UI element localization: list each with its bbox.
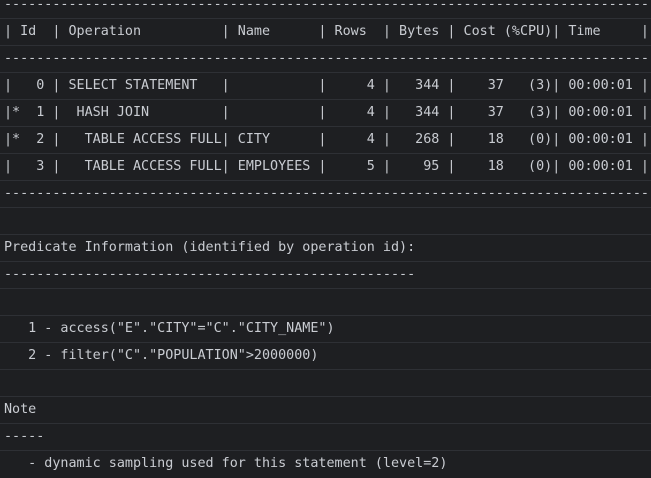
blank-line bbox=[0, 289, 651, 316]
predicate-line: 2 - filter("C"."POPULATION">2000000) bbox=[0, 343, 651, 370]
predicate-heading: Predicate Information (identified by ope… bbox=[0, 235, 651, 262]
plan-output: ----------------------------------------… bbox=[0, 0, 651, 477]
note-heading: Note bbox=[0, 397, 651, 424]
note-line: - dynamic sampling used for this stateme… bbox=[4, 456, 448, 471]
table-row: |* 2 | TABLE ACCESS FULL| CITY | 4 | 268… bbox=[0, 127, 651, 154]
predicate-line: 1 - access("E"."CITY"="C"."CITY_NAME") bbox=[0, 316, 651, 343]
table-row: | 0 | SELECT STATEMENT | | 4 | 344 | 37 … bbox=[0, 73, 651, 100]
table-row: | 3 | TABLE ACCESS FULL| EMPLOYEES | 5 |… bbox=[0, 154, 651, 181]
blank-line bbox=[0, 370, 651, 397]
table-border-top: ----------------------------------------… bbox=[0, 0, 651, 19]
table-header: | Id | Operation | Name | Rows | Bytes |… bbox=[0, 19, 651, 46]
note-underline: ----- bbox=[0, 424, 651, 451]
table-row: |* 1 | HASH JOIN | | 4 | 344 | 37 (3)| 0… bbox=[0, 100, 651, 127]
table-border-bottom: ----------------------------------------… bbox=[0, 181, 651, 208]
predicate-underline: ----------------------------------------… bbox=[0, 262, 651, 289]
table-border-header: ----------------------------------------… bbox=[0, 46, 651, 73]
blank-line bbox=[0, 208, 651, 235]
